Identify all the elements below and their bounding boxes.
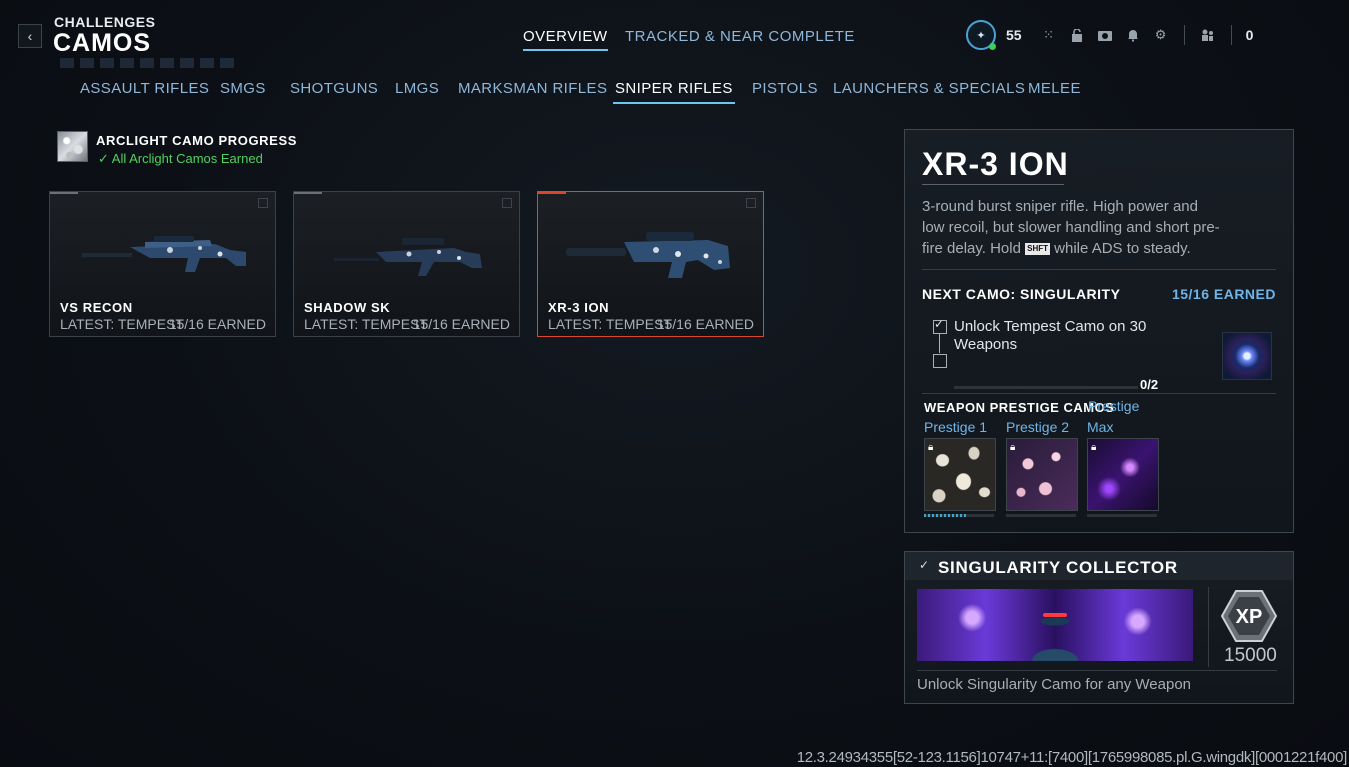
collector-title: SINGULARITY COLLECTOR (938, 558, 1178, 577)
weapon-earned: 15/16 EARNED (412, 316, 510, 332)
title-underline (922, 184, 1064, 185)
collector-description: Unlock Singularity Camo for any Weapon (917, 676, 1192, 693)
arclight-status: ✓ All Arclight Camos Earned (98, 151, 263, 166)
detail-weapon-title: XR-3 ION (922, 146, 1069, 182)
party-icon[interactable] (1199, 26, 1217, 44)
lock-icon: 🔒︎ (928, 442, 934, 453)
back-button[interactable]: ‹ (18, 24, 42, 48)
task-checkbox-checked (933, 317, 947, 334)
category-smgs[interactable]: SMGS (220, 80, 266, 97)
tab-overview[interactable]: OVERVIEW (523, 28, 608, 51)
weapon-latest-camo: LATEST: TEMPEST (548, 316, 672, 332)
prestige-1-progress (924, 514, 994, 517)
prestige-1-progress-fill (924, 514, 966, 517)
svg-text:XP: XP (1236, 606, 1263, 628)
weapon-latest-camo: LATEST: TEMPEST (60, 316, 184, 332)
category-melee[interactable]: MELEE (1028, 80, 1081, 97)
category-marksman-rifles[interactable]: MARKSMAN RIFLES (458, 80, 607, 97)
category-pistols[interactable]: PISTOLS (752, 80, 818, 97)
bell-icon[interactable] (1124, 26, 1142, 44)
key-shft-icon: SHFT (1025, 243, 1050, 256)
prestige-2-camo-tile[interactable]: 🔒︎ (1006, 438, 1078, 511)
arclight-title: ARCLIGHT CAMO PROGRESS (96, 133, 297, 148)
category-launchers-specials[interactable]: LAUNCHERS & SPECIALS (833, 80, 1025, 97)
header-decoration (60, 58, 240, 68)
task-progress-value: 0/2 (1140, 377, 1159, 392)
build-version-string: 12.3.24934355[52-123.1156]10747+11:[7400… (796, 749, 1348, 766)
player-level: 55 (1006, 27, 1022, 43)
prestige-max-label: Max (1087, 419, 1114, 435)
category-sniper-rifles[interactable]: SNIPER RIFLES (613, 80, 735, 104)
page-title: CAMOS (53, 29, 152, 57)
prestige-1-camo-tile[interactable]: 🔒︎ (924, 438, 996, 511)
category-shotguns[interactable]: SHOTGUNS (290, 80, 378, 97)
calling-card-banner[interactable] (917, 589, 1193, 661)
prestige-max-camo-tile[interactable]: 🔒︎ (1087, 438, 1159, 511)
category-assault-rifles[interactable]: ASSAULT RIFLES (80, 80, 209, 97)
weapon-earned: 15/16 EARNED (168, 316, 266, 332)
weapon-prestige-label: WEAPON PRESTIGE CAMOS (924, 400, 1115, 415)
weapon-latest-camo: LATEST: TEMPEST (304, 316, 428, 332)
tab-tracked-near-complete[interactable]: TRACKED & NEAR COMPLETE (625, 28, 855, 45)
weapon-name: SHADOW SK (304, 300, 391, 315)
xr-3-ion-image (566, 232, 730, 278)
divider (922, 269, 1276, 270)
shadow-sk-image (334, 238, 482, 276)
weapon-card-vs-recon[interactable]: VS RECON LATEST: TEMPEST 15/16 EARNED (49, 191, 276, 337)
next-camo-earned: 15/16 EARNED (1171, 286, 1276, 302)
divider (922, 393, 1276, 394)
lock-icon: 🔒︎ (1010, 442, 1016, 453)
weapon-name: XR-3 ION (548, 300, 610, 315)
vs-recon-image (82, 236, 246, 272)
character-visor (1043, 613, 1067, 617)
camo-task-text: Unlock Tempest Camo on 30 Weapons (954, 318, 1147, 353)
gear-icon[interactable]: ⚙ (1152, 26, 1170, 44)
task-checkbox (933, 354, 947, 368)
divider (1183, 25, 1185, 45)
divider (917, 670, 1277, 671)
player-level-icon[interactable]: ✦ (966, 20, 996, 50)
divider (1208, 587, 1209, 667)
status-bar: ✦ 55 ⁙ ⚙ 0 (966, 18, 1253, 52)
online-dot (989, 43, 996, 50)
grid-icon[interactable]: ⁙ (1040, 26, 1058, 44)
weapon-earned: 15/16 EARNED (656, 316, 754, 332)
weapon-card-xr-3-ion[interactable]: XR-3 ION LATEST: TEMPEST 15/16 EARNED (537, 191, 764, 337)
weapon-name: VS RECON (60, 300, 133, 315)
checkbox-connector (939, 333, 940, 353)
check-icon: ✓ (919, 558, 930, 572)
prestige-1-label: Prestige 1 (924, 419, 988, 435)
xp-reward-value: 15000 (1224, 645, 1277, 666)
prestige-overlay-label: Prestige (1088, 398, 1140, 414)
weapon-description: 3-round burst sniper rifle. High power a… (922, 198, 1220, 257)
section-label: CHALLENGES (54, 14, 156, 30)
prestige-max-progress (1087, 514, 1157, 517)
lock-icon[interactable] (1068, 26, 1086, 44)
weapon-card-shadow-sk[interactable]: SHADOW SK LATEST: TEMPEST 15/16 EARNED (293, 191, 520, 337)
prestige-2-progress (1006, 514, 1076, 517)
chevron-left-icon: ‹ (27, 28, 33, 44)
lock-icon: 🔒︎ (1091, 442, 1097, 453)
arclight-camo-icon (57, 131, 88, 162)
category-lmgs[interactable]: LMGS (395, 80, 439, 97)
party-count: 0 (1245, 27, 1254, 43)
singularity-camo-thumbnail[interactable] (1222, 332, 1272, 380)
check-icon: ✓ (98, 151, 112, 166)
prestige-2-label: Prestige 2 (1006, 419, 1070, 435)
task-progress-bar (954, 386, 1138, 389)
xp-badge-icon: XP (1220, 590, 1278, 642)
divider (1230, 25, 1232, 45)
next-camo-label: NEXT CAMO: SINGULARITY (922, 286, 1121, 302)
camera-icon[interactable] (1096, 26, 1114, 44)
